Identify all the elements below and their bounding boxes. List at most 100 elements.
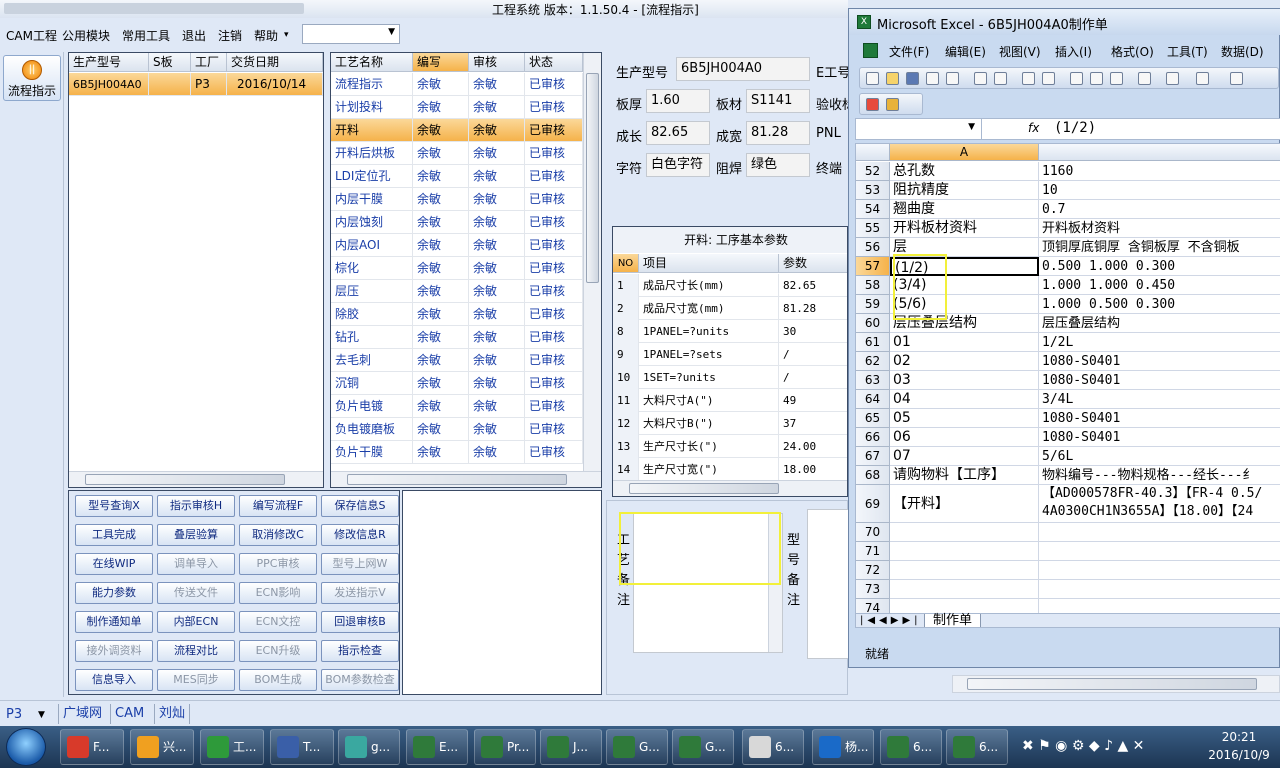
row-header[interactable]: 70: [856, 523, 890, 542]
format-painter-icon[interactable]: [1138, 72, 1151, 85]
excel-menu-tools[interactable]: 工具(T): [1167, 43, 1208, 60]
right-hscroll-thumb[interactable]: [967, 678, 1257, 690]
row-header[interactable]: 69: [856, 485, 890, 523]
cell-a[interactable]: 02: [890, 352, 1039, 371]
row-header[interactable]: 68: [856, 466, 890, 485]
start-button[interactable]: [6, 728, 46, 766]
col-reviewer[interactable]: 审核: [469, 53, 525, 72]
material-field[interactable]: S1141: [746, 89, 810, 113]
cell-a[interactable]: 06: [890, 428, 1039, 447]
cell-b[interactable]: [1039, 580, 1280, 599]
taskbar-item[interactable]: E...: [406, 729, 468, 765]
process-row[interactable]: 开料 余敏 余敏 已审核: [331, 119, 583, 142]
email-icon[interactable]: [946, 72, 959, 85]
row-header[interactable]: 72: [856, 561, 890, 580]
excel-menu-edit[interactable]: 编辑(E): [945, 43, 986, 60]
excel-doc-icon[interactable]: [863, 43, 878, 58]
process-row[interactable]: 除胶 余敏 余敏 已审核: [331, 303, 583, 326]
taskbar-item[interactable]: T...: [270, 729, 334, 765]
cell-a[interactable]: 07: [890, 447, 1039, 466]
menu-help[interactable]: 帮助: [254, 27, 278, 44]
cell-b[interactable]: 1160: [1039, 162, 1280, 181]
excel-row[interactable]: 52 总孔数 1160: [856, 162, 1280, 181]
permission-icon[interactable]: [926, 72, 939, 85]
process-row[interactable]: 去毛刺 余敏 余敏 已审核: [331, 349, 583, 372]
pdf-settings-icon[interactable]: [886, 98, 899, 111]
params-hscroll[interactable]: [613, 480, 847, 496]
sheet-tab-active[interactable]: 制作单: [924, 614, 982, 627]
cell-a[interactable]: 总孔数: [890, 162, 1039, 181]
process-row[interactable]: 负电镀磨板 余敏 余敏 已审核: [331, 418, 583, 441]
row-header[interactable]: 58: [856, 276, 890, 295]
excel-menu-data[interactable]: 数据(D): [1221, 43, 1264, 60]
save-icon[interactable]: [906, 72, 919, 85]
excel-row[interactable]: 61 01 1/2L: [856, 333, 1280, 352]
process-vscroll[interactable]: [583, 53, 601, 471]
row-header[interactable]: 62: [856, 352, 890, 371]
sheet-nav-icons[interactable]: |◀◀▶▶|: [860, 615, 922, 626]
function-button[interactable]: 制作通知单: [75, 611, 153, 633]
row-header[interactable]: 53: [856, 181, 890, 200]
function-button[interactable]: 信息导入: [75, 669, 153, 691]
process-row[interactable]: 棕化 余敏 余敏 已审核: [331, 257, 583, 280]
excel-row[interactable]: 72: [856, 561, 1280, 580]
process-hscroll[interactable]: [331, 471, 601, 487]
col-delivery[interactable]: 交货日期: [227, 53, 323, 72]
select-all-corner[interactable]: [856, 144, 890, 161]
cell-b[interactable]: 1/2L: [1039, 333, 1280, 352]
cell-b[interactable]: 层压叠层结构: [1039, 314, 1280, 333]
model-remark-textarea[interactable]: [807, 509, 849, 659]
model-field[interactable]: 6B5JH004A0: [676, 57, 810, 81]
clock-time[interactable]: 20:21: [1204, 730, 1274, 744]
process-row[interactable]: LDI定位孔 余敏 余敏 已审核: [331, 165, 583, 188]
cell-b[interactable]: 3/4L: [1039, 390, 1280, 409]
excel-row[interactable]: 66 06 1080-S0401: [856, 428, 1280, 447]
factory-dropdown-icon[interactable]: ▼: [38, 710, 45, 720]
excel-row[interactable]: 70: [856, 523, 1280, 542]
col-s-board[interactable]: S板: [149, 53, 191, 72]
spelling-icon[interactable]: [1022, 72, 1035, 85]
cell-b[interactable]: 【AD000578FR-40.3】【FR-4 0.5/4A0300CH1N365…: [1039, 485, 1280, 523]
function-button[interactable]: 指示审核H: [157, 495, 235, 517]
param-row[interactable]: 8 1PANEL=?units 30: [613, 320, 847, 343]
cell-b[interactable]: 1080-S0401: [1039, 409, 1280, 428]
process-row[interactable]: 沉铜 余敏 余敏 已审核: [331, 372, 583, 395]
excel-row[interactable]: 62 02 1080-S0401: [856, 352, 1280, 371]
flow-instruction-button[interactable]: || 流程指示: [3, 55, 61, 101]
excel-row[interactable]: 67 07 5/6L: [856, 447, 1280, 466]
menu-cam[interactable]: CAM工程: [6, 27, 57, 44]
function-button[interactable]: 内部ECN: [157, 611, 235, 633]
row-header[interactable]: 56: [856, 238, 890, 257]
excel-row[interactable]: 71: [856, 542, 1280, 561]
cell-a[interactable]: 05: [890, 409, 1039, 428]
cell-b[interactable]: 开料板材资料: [1039, 219, 1280, 238]
top-combo[interactable]: ▼: [302, 24, 400, 44]
row-header[interactable]: 67: [856, 447, 890, 466]
row-header[interactable]: 65: [856, 409, 890, 428]
excel-row[interactable]: 73: [856, 580, 1280, 599]
process-vscroll-thumb[interactable]: [586, 73, 599, 283]
excel-row[interactable]: 54 翘曲度 0.7: [856, 200, 1280, 219]
cell-b[interactable]: [1039, 523, 1280, 542]
cell-b[interactable]: 1.000 0.500 0.300: [1039, 295, 1280, 314]
undo-icon[interactable]: [1166, 72, 1179, 85]
param-row[interactable]: 12 大料尺寸B(") 37: [613, 412, 847, 435]
taskbar-item[interactable]: 6...: [880, 729, 942, 765]
param-row[interactable]: 2 成品尺寸宽(mm) 81.28: [613, 297, 847, 320]
clock-date[interactable]: 2016/10/9: [1204, 748, 1274, 762]
function-button[interactable]: 工具完成: [75, 524, 153, 546]
param-row[interactable]: 9 1PANEL=?sets /: [613, 343, 847, 366]
row-header[interactable]: 61: [856, 333, 890, 352]
param-row[interactable]: 11 大料尺寸A(") 49: [613, 389, 847, 412]
process-row[interactable]: 开料后烘板 余敏 余敏 已审核: [331, 142, 583, 165]
copy-icon[interactable]: [1090, 72, 1103, 85]
thickness-field[interactable]: 1.60: [646, 89, 710, 113]
width-field[interactable]: 81.28: [746, 121, 810, 145]
row-header[interactable]: 64: [856, 390, 890, 409]
cell-b[interactable]: 顶铜厚底铜厚 含铜板厚 不含铜板: [1039, 238, 1280, 257]
function-button[interactable]: 能力参数: [75, 582, 153, 604]
row-header[interactable]: 54: [856, 200, 890, 219]
function-button[interactable]: 修改信息R: [321, 524, 399, 546]
excel-menu-format[interactable]: 格式(O): [1111, 43, 1154, 60]
cell-a[interactable]: [890, 542, 1039, 561]
